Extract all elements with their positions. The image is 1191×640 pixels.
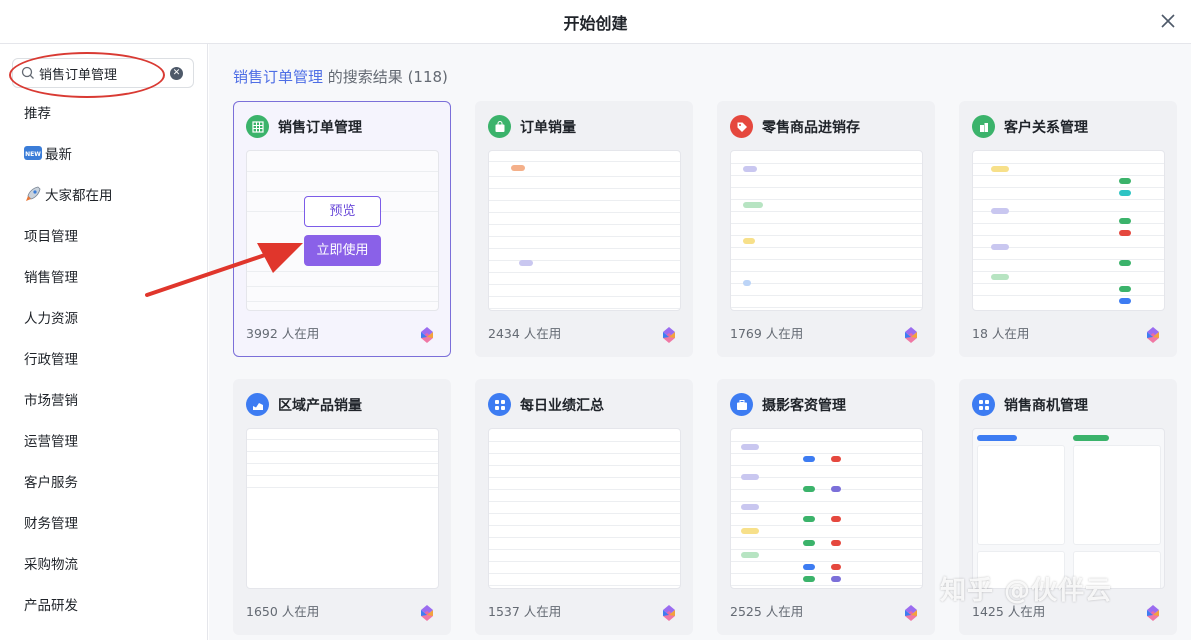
sidebar-item-label: 产品研发 xyxy=(24,598,78,614)
tag-icon xyxy=(730,115,753,138)
usage-count: 1537 人在用 xyxy=(488,604,562,619)
sidebar-item-sales[interactable]: 销售管理 xyxy=(0,266,208,307)
annotation-ellipse xyxy=(9,52,165,98)
app-logo-icon xyxy=(1147,327,1159,343)
new-icon: NEW xyxy=(24,146,42,160)
app-logo-icon xyxy=(421,605,433,621)
dialog-header: 开始创建 xyxy=(0,0,1191,44)
building-icon xyxy=(972,115,995,138)
template-name: 销售商机管理 xyxy=(1004,398,1088,414)
template-name: 摄影客资管理 xyxy=(762,398,846,414)
sidebar-item-finance[interactable]: 财务管理 xyxy=(0,512,208,553)
template-name: 零售商品进销存 xyxy=(762,120,860,136)
template-card[interactable]: 每日业绩汇总 1537 人在用 xyxy=(475,379,693,635)
template-card[interactable]: 客户关系管理 18 人在用 xyxy=(959,101,1177,357)
svg-text:NEW: NEW xyxy=(25,151,41,158)
sidebar-item-hr[interactable]: 人力资源 xyxy=(0,307,208,348)
usage-count: 3992 人在用 xyxy=(246,326,320,341)
sidebar-item-rnd[interactable]: 产品研发 xyxy=(0,594,208,635)
grid4-icon xyxy=(488,393,511,416)
template-name: 销售订单管理 xyxy=(278,120,362,136)
template-card[interactable]: 零售商品进销存 1769 人在用 xyxy=(717,101,935,357)
template-card[interactable]: 销售订单管理 预览 立即使用 3992 人在用 xyxy=(233,101,451,357)
template-preview xyxy=(488,150,681,311)
sidebar-item-service[interactable]: 客户服务 xyxy=(0,471,208,512)
sidebar-item-label: 人力资源 xyxy=(24,311,78,327)
usage-count: 1769 人在用 xyxy=(730,326,804,341)
grid4-icon xyxy=(972,393,995,416)
template-preview xyxy=(972,150,1165,311)
grid-icon xyxy=(246,115,269,138)
category-list: 推荐 NEW 最新 大家都在用 项目管理 销售管理 人力资源 行政管理 市场营销 … xyxy=(0,102,208,635)
watermark: 知乎 @伙伴云 xyxy=(940,576,1113,606)
template-preview xyxy=(730,150,923,311)
template-card[interactable]: 订单销量 2434 人在用 xyxy=(475,101,693,357)
usage-count: 2525 人在用 xyxy=(730,604,804,619)
template-name: 客户关系管理 xyxy=(1004,120,1088,136)
sidebar-item-label: 项目管理 xyxy=(24,229,78,245)
sidebar-item-procurement[interactable]: 采购物流 xyxy=(0,553,208,594)
sidebar-item-operations[interactable]: 运营管理 xyxy=(0,430,208,471)
app-logo-icon xyxy=(905,327,917,343)
sidebar-item-label: 运营管理 xyxy=(24,434,78,450)
results-panel: 销售订单管理 的搜索结果 (118) 销售订单管理 预览 立即使用 3992 人… xyxy=(209,44,1191,640)
template-name: 订单销量 xyxy=(520,120,576,136)
use-now-button[interactable]: 立即使用 xyxy=(304,235,381,266)
usage-count: 18 人在用 xyxy=(972,326,1030,341)
sidebar-item-label: 客户服务 xyxy=(24,475,78,491)
sidebar-item-label: 行政管理 xyxy=(24,352,78,368)
sidebar-item-label: 市场营销 xyxy=(24,393,78,409)
bag-icon xyxy=(488,115,511,138)
app-logo-icon xyxy=(421,327,433,343)
template-preview xyxy=(730,428,923,589)
sidebar-item-label: 大家都在用 xyxy=(45,188,113,204)
template-name: 区域产品销量 xyxy=(278,398,362,414)
preview-button[interactable]: 预览 xyxy=(304,196,381,227)
template-card[interactable]: 摄影客资管理 2525 人在用 xyxy=(717,379,935,635)
sidebar-item-label: 财务管理 xyxy=(24,516,78,532)
sidebar-item-label: 销售管理 xyxy=(24,270,78,286)
sidebar-item-label: 采购物流 xyxy=(24,557,78,573)
rocket-icon xyxy=(26,186,41,201)
dialog-title: 开始创建 xyxy=(563,14,628,33)
sidebar-item-popular[interactable]: 大家都在用 xyxy=(0,184,208,225)
template-preview xyxy=(246,428,439,589)
template-name: 每日业绩汇总 xyxy=(520,398,604,414)
sidebar-item-project[interactable]: 项目管理 xyxy=(0,225,208,266)
usage-count: 2434 人在用 xyxy=(488,326,562,341)
sidebar-item-latest[interactable]: NEW 最新 xyxy=(0,143,208,184)
results-count: 的搜索结果 (118) xyxy=(327,68,448,86)
sidebar-item-recommend[interactable]: 推荐 xyxy=(0,102,208,143)
sidebar-item-label: 推荐 xyxy=(24,106,51,122)
briefcase-icon xyxy=(730,393,753,416)
sidebar-item-marketing[interactable]: 市场营销 xyxy=(0,389,208,430)
template-preview xyxy=(488,428,681,589)
template-preview xyxy=(972,428,1165,589)
usage-count: 1650 人在用 xyxy=(246,604,320,619)
template-preview: 预览 立即使用 xyxy=(246,150,439,311)
app-logo-icon xyxy=(1147,605,1159,621)
template-card[interactable]: 区域产品销量 1650 人在用 xyxy=(233,379,451,635)
close-icon[interactable] xyxy=(1157,10,1179,32)
app-logo-icon xyxy=(663,327,675,343)
sidebar-item-label: 最新 xyxy=(45,147,72,163)
results-keyword: 销售订单管理 xyxy=(233,68,324,86)
chart-icon xyxy=(246,393,269,416)
sidebar: 销售订单管理 ✕ 推荐 NEW 最新 大家都在用 项目管理 销售管理 人力资源 行… xyxy=(0,44,208,640)
results-heading: 销售订单管理 的搜索结果 (118) xyxy=(233,66,448,87)
app-logo-icon xyxy=(905,605,917,621)
app-logo-icon xyxy=(663,605,675,621)
clear-search-icon[interactable]: ✕ xyxy=(170,67,183,80)
sidebar-item-admin[interactable]: 行政管理 xyxy=(0,348,208,389)
